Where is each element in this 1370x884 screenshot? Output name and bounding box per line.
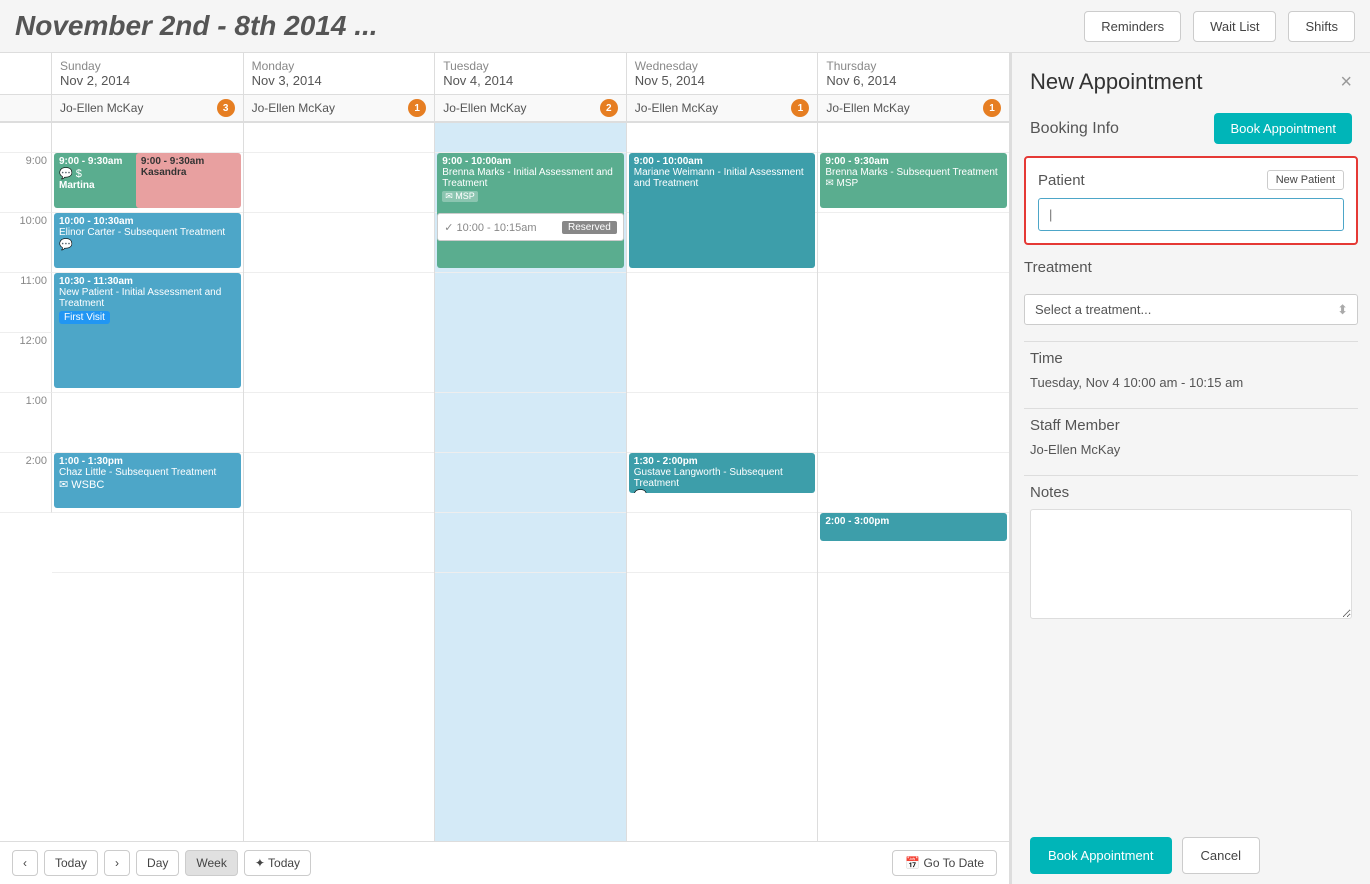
appt-brenna-thu[interactable]: 9:00 - 9:30am Brenna Marks - Subsequent … — [820, 153, 1007, 208]
staff-label: Staff Member — [1030, 417, 1352, 434]
staff-value: Jo-Ellen McKay — [1030, 442, 1352, 457]
today-button[interactable]: Today — [44, 850, 98, 876]
appt-thu-2pm[interactable]: 2:00 - 3:00pm — [820, 513, 1007, 541]
patient-input[interactable] — [1038, 198, 1344, 231]
day-col-thursday[interactable]: 9:00 - 9:30am Brenna Marks - Subsequent … — [818, 123, 1009, 841]
booking-info-label: Booking Info — [1030, 120, 1119, 138]
divider — [1024, 341, 1358, 342]
day-header-monday: Monday Nov 3, 2014 — [244, 53, 436, 94]
staff-badge-thursday: 1 — [983, 99, 1001, 117]
calendar-title: November 2nd - 8th 2014 ... — [15, 10, 1072, 42]
staff-cell-monday: Jo-Ellen McKay 1 — [244, 95, 436, 121]
staff-cell-tuesday: Jo-Ellen McKay 2 — [435, 95, 627, 121]
appt-kasandra[interactable]: 9:00 - 9:30am Kasandra — [136, 153, 241, 208]
staff-badge-monday: 1 — [408, 99, 426, 117]
panel-footer: Book Appointment Cancel — [1012, 827, 1370, 884]
time-section: Time Tuesday, Nov 4 10:00 am - 10:15 am — [1024, 346, 1358, 394]
day-header-thursday: Thursday Nov 6, 2014 — [818, 53, 1009, 94]
day-view-button[interactable]: Day — [136, 850, 179, 876]
calendar-footer: ‹ Today › Day Week ✦ Today 📅 Go To Date — [0, 841, 1009, 884]
time-column: 9:00 10:00 11:00 12:00 1:00 2:00 — [0, 123, 52, 841]
waitlist-button[interactable]: Wait List — [1193, 11, 1276, 42]
book-appointment-bottom-button[interactable]: Book Appointment — [1030, 837, 1172, 874]
treatment-label: Treatment — [1024, 259, 1358, 276]
today-person-button[interactable]: ✦ Today — [244, 850, 311, 876]
day-col-sunday[interactable]: 9:00 - 9:30am 💬 $ Martina 9:00 - 9:30am … — [52, 123, 244, 841]
notes-input[interactable] — [1030, 509, 1352, 619]
appt-new-patient[interactable]: 10:30 - 11:30am New Patient - Initial As… — [54, 273, 241, 388]
day-col-tuesday[interactable]: 9:00 - 10:00am Brenna Marks - Initial As… — [435, 123, 627, 841]
notes-label: Notes — [1030, 484, 1352, 501]
appointment-panel: New Appointment × Booking Info Book Appo… — [1010, 53, 1370, 884]
close-button[interactable]: × — [1340, 71, 1352, 94]
shifts-button[interactable]: Shifts — [1288, 11, 1355, 42]
day-col-wednesday[interactable]: 9:00 - 10:00am Mariane Weimann - Initial… — [627, 123, 819, 841]
patient-section: Patient New Patient — [1024, 156, 1358, 245]
day-col-monday[interactable] — [244, 123, 436, 841]
notes-section: Notes — [1024, 480, 1358, 817]
new-patient-button[interactable]: New Patient — [1267, 170, 1344, 190]
reminders-button[interactable]: Reminders — [1084, 11, 1181, 42]
day-header-wednesday: Wednesday Nov 5, 2014 — [627, 53, 819, 94]
appt-gustave[interactable]: 1:30 - 2:00pm Gustave Langworth - Subseq… — [629, 453, 816, 493]
day-header-sunday: Sunday Nov 2, 2014 — [52, 53, 244, 94]
divider2 — [1024, 408, 1358, 409]
staff-cell-thursday: Jo-Ellen McKay 1 — [818, 95, 1009, 121]
goto-date-button[interactable]: 📅 Go To Date — [892, 850, 997, 876]
panel-title: New Appointment — [1030, 69, 1202, 95]
staff-badge-sunday: 3 — [217, 99, 235, 117]
treatment-select[interactable]: Select a treatment... — [1024, 294, 1358, 325]
appt-elinor[interactable]: 10:00 - 10:30am Elinor Carter - Subseque… — [54, 213, 241, 268]
staff-cell-wednesday: Jo-Ellen McKay 1 — [627, 95, 819, 121]
book-appointment-top-button[interactable]: Book Appointment — [1214, 113, 1352, 144]
patient-label: Patient — [1038, 172, 1085, 189]
staff-member-section: Staff Member Jo-Ellen McKay — [1024, 413, 1358, 461]
prev-button[interactable]: ‹ — [12, 850, 38, 876]
day-header-tuesday: Tuesday Nov 4, 2014 — [435, 53, 627, 94]
divider3 — [1024, 475, 1358, 476]
next-button[interactable]: › — [104, 850, 130, 876]
staff-badge-tuesday: 2 — [600, 99, 618, 117]
cancel-button[interactable]: Cancel — [1182, 837, 1260, 874]
week-view-button[interactable]: Week — [185, 850, 237, 876]
staff-cell-sunday: Jo-Ellen McKay 3 — [52, 95, 244, 121]
staff-badge-wednesday: 1 — [791, 99, 809, 117]
time-gutter — [0, 53, 52, 94]
staff-gutter — [0, 95, 52, 121]
appt-reserved[interactable]: ✓ 10:00 - 10:15am Reserved — [437, 213, 624, 241]
time-label: Time — [1030, 350, 1352, 367]
time-value: Tuesday, Nov 4 10:00 am - 10:15 am — [1030, 375, 1352, 390]
appt-chaz[interactable]: 1:00 - 1:30pm Chaz Little - Subsequent T… — [54, 453, 241, 508]
